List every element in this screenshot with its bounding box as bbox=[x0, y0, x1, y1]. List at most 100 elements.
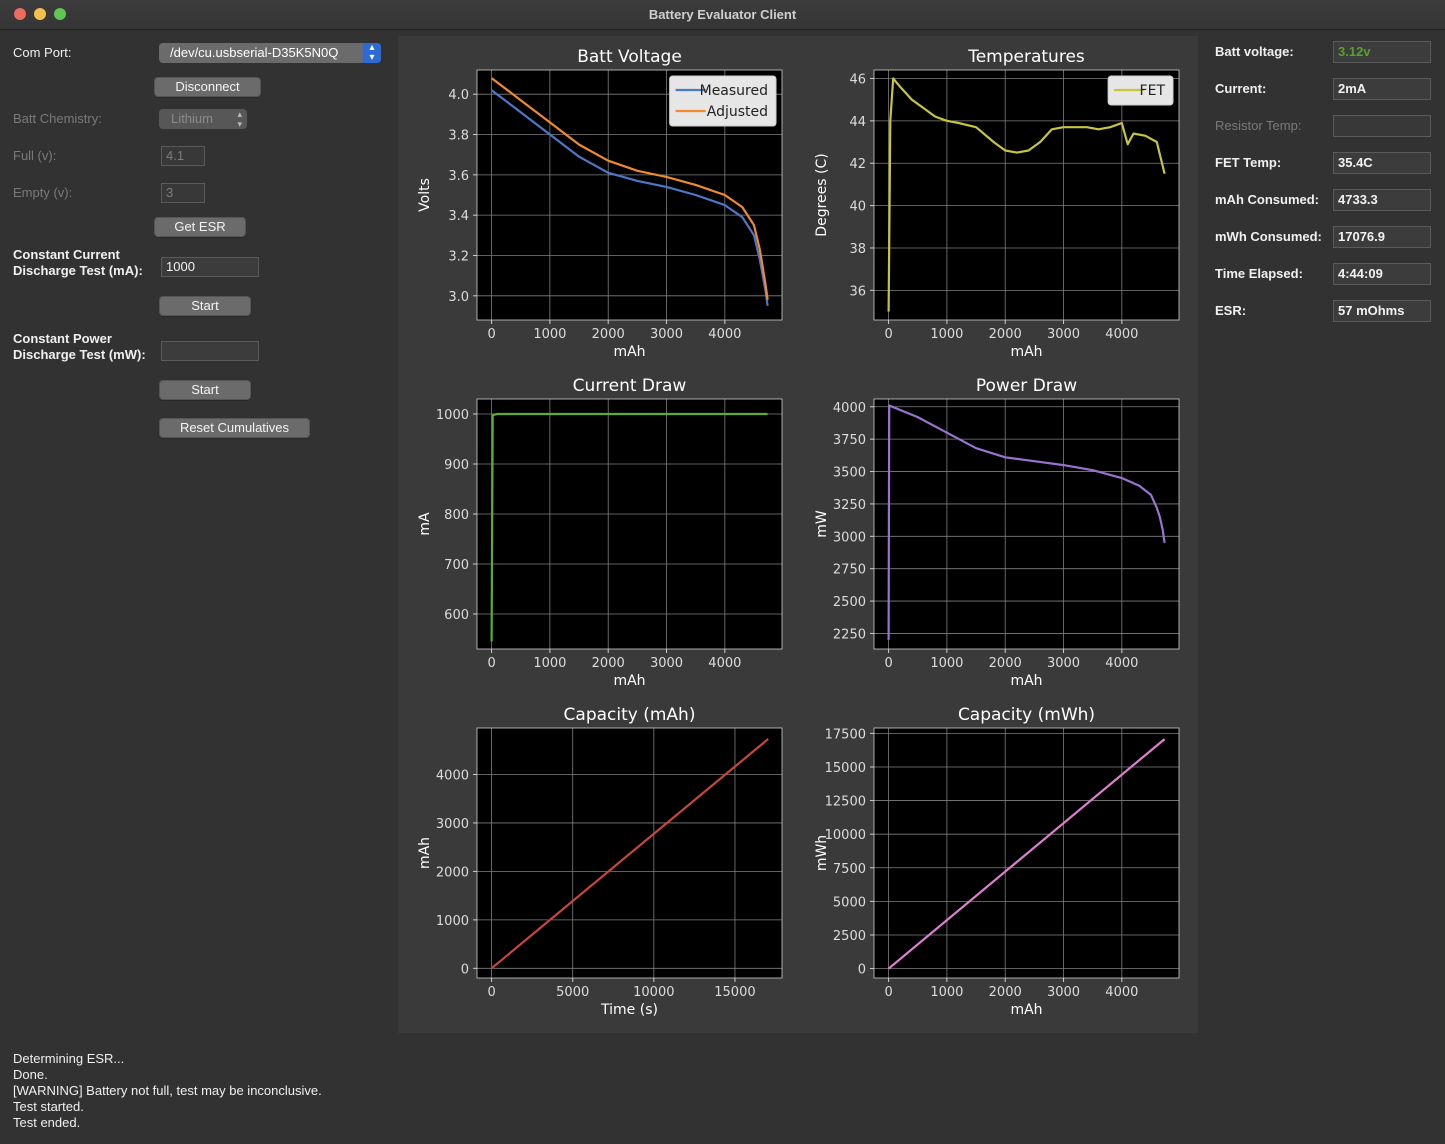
chemistry-label: Batt Chemistry: bbox=[13, 111, 102, 126]
x-tick-label: 3000 bbox=[1047, 656, 1080, 671]
y-axis-label: Volts bbox=[417, 178, 433, 212]
y-axis-label: mW bbox=[814, 510, 830, 538]
y-tick-label: 15000 bbox=[825, 761, 866, 776]
x-tick-label: 1000 bbox=[533, 656, 566, 671]
y-tick-label: 4000 bbox=[833, 401, 866, 416]
legend-label: Measured bbox=[700, 83, 768, 99]
x-tick-label: 2000 bbox=[989, 985, 1022, 1000]
chart-4: 0 5000 10000 15000 0 1000 2000 3000 4000 Capacity… bbox=[417, 705, 783, 1018]
x-axis-label: mAh bbox=[613, 344, 645, 360]
y-tick-label: 2000 bbox=[436, 865, 469, 880]
x-tick-label: 1000 bbox=[533, 327, 566, 342]
readout-value: 4:44:09 bbox=[1333, 263, 1431, 285]
chevron-updown-icon: ▴ ▾ bbox=[237, 109, 242, 129]
x-tick-label: 15000 bbox=[714, 985, 755, 1000]
readout-value bbox=[1333, 115, 1431, 137]
cc-start-button[interactable]: Start bbox=[159, 296, 251, 316]
cp-start-button[interactable]: Start bbox=[159, 380, 251, 400]
legend-label: Adjusted bbox=[707, 104, 768, 120]
y-axis-label: mAh bbox=[417, 837, 433, 869]
chart-5: 0 1000 2000 3000 4000 0 2500 5000 7500 10000 12500… bbox=[814, 705, 1180, 1018]
cp-power-field[interactable] bbox=[161, 341, 259, 361]
com-port-select[interactable]: /dev/cu.usbserial-D35K5N0Q ▴ ▾ bbox=[159, 43, 381, 63]
chart-title: Capacity (mWh) bbox=[958, 705, 1095, 725]
legend: FET bbox=[1107, 75, 1174, 106]
x-tick-label: 2000 bbox=[989, 327, 1022, 342]
y-tick-label: 3.2 bbox=[448, 249, 469, 264]
title-bar: Battery Evaluator Client bbox=[0, 0, 1445, 30]
y-tick-label: 3.8 bbox=[448, 129, 469, 144]
chart-title: Power Draw bbox=[976, 376, 1077, 396]
status-log: Determining ESR... Done. [WARNING] Battery… bbox=[13, 1051, 322, 1131]
readout-value: 17076.9 bbox=[1333, 226, 1431, 248]
legend-label: FET bbox=[1140, 83, 1166, 99]
readout-label: Time Elapsed: bbox=[1215, 266, 1303, 281]
readout-value: 57 mOhms bbox=[1333, 300, 1431, 322]
y-tick-label: 17500 bbox=[825, 727, 866, 742]
x-tick-label: 4000 bbox=[708, 656, 741, 671]
x-tick-label: 0 bbox=[487, 656, 495, 671]
chart-title: Current Draw bbox=[573, 376, 687, 396]
y-tick-label: 1000 bbox=[436, 914, 469, 929]
x-axis-label: mAh bbox=[613, 673, 645, 689]
chemistry-select[interactable]: Lithium ▴ ▾ bbox=[159, 109, 247, 129]
reset-cumulatives-button[interactable]: Reset Cumulatives bbox=[159, 418, 310, 438]
x-tick-label: 0 bbox=[884, 985, 892, 1000]
x-tick-label: 0 bbox=[884, 656, 892, 671]
plot-panel: 0 1000 2000 3000 4000 3.0 3.2 3.4 3.6 3.8 4.0 Batt … bbox=[398, 36, 1198, 1033]
x-tick-label: 3000 bbox=[650, 656, 683, 671]
x-tick-label: 4000 bbox=[1105, 656, 1138, 671]
empty-label: Empty (v): bbox=[13, 185, 73, 200]
x-tick-label: 3000 bbox=[650, 327, 683, 342]
x-tick-label: 4000 bbox=[1105, 985, 1138, 1000]
readout-value: 3.12v bbox=[1333, 41, 1431, 63]
full-voltage-field[interactable]: 4.1 bbox=[161, 146, 205, 166]
y-tick-label: 12500 bbox=[825, 795, 866, 810]
readout-value: 4733.3 bbox=[1333, 189, 1431, 211]
y-tick-label: 600 bbox=[444, 608, 469, 623]
plots-canvas: 0 1000 2000 3000 40003.03.23.43.63.84.0Batt … bbox=[417, 47, 1180, 1018]
y-tick-label: 40 bbox=[849, 200, 866, 215]
status-line: [WARNING] Battery not full, test may be … bbox=[13, 1083, 322, 1098]
chart-title: Capacity (mAh) bbox=[564, 705, 696, 725]
legend: Measured Adjusted bbox=[669, 75, 777, 127]
y-tick-label: 4000 bbox=[436, 769, 469, 784]
y-tick-label: 3.0 bbox=[448, 290, 469, 305]
readout-label: ESR: bbox=[1215, 303, 1247, 318]
get-esr-button[interactable]: Get ESR bbox=[154, 217, 246, 237]
y-tick-label: 44 bbox=[849, 115, 866, 130]
plot-area bbox=[874, 70, 1179, 320]
com-port-label: Com Port: bbox=[13, 45, 72, 60]
cp-label-line1: Constant Power bbox=[13, 331, 112, 346]
chemistry-value: Lithium bbox=[171, 111, 213, 126]
y-tick-label: 38 bbox=[849, 242, 866, 257]
chart-title: Batt Voltage bbox=[577, 47, 682, 67]
y-tick-label: 3000 bbox=[833, 530, 866, 545]
y-tick-label: 2500 bbox=[833, 595, 866, 610]
y-tick-label: 36 bbox=[849, 284, 866, 299]
x-axis-label: mAh bbox=[1010, 1002, 1042, 1018]
x-tick-label: 1000 bbox=[930, 327, 963, 342]
plot-area bbox=[477, 399, 782, 649]
y-tick-label: 2500 bbox=[833, 929, 866, 944]
y-tick-label: 3500 bbox=[833, 466, 866, 481]
full-label: Full (v): bbox=[13, 148, 57, 163]
disconnect-button[interactable]: Disconnect bbox=[154, 77, 261, 97]
readout-label: mWh Consumed: bbox=[1215, 229, 1322, 244]
x-tick-label: 2000 bbox=[592, 656, 625, 671]
x-tick-label: 2000 bbox=[989, 656, 1022, 671]
x-tick-label: 1000 bbox=[930, 985, 963, 1000]
status-line: Done. bbox=[13, 1067, 48, 1082]
x-tick-label: 2000 bbox=[592, 327, 625, 342]
y-tick-label: 7500 bbox=[833, 862, 866, 877]
cc-current-field[interactable]: 1000 bbox=[161, 257, 259, 277]
x-tick-label: 10000 bbox=[633, 985, 674, 1000]
cc-label-line1: Constant Current bbox=[13, 247, 120, 262]
y-tick-label: 3250 bbox=[833, 498, 866, 513]
readout-value: 35.4C bbox=[1333, 152, 1431, 174]
y-tick-label: 3.6 bbox=[448, 169, 469, 184]
status-line: Test started. bbox=[13, 1099, 84, 1114]
cc-label-line2: Discharge Test (mA): bbox=[13, 263, 143, 278]
readout-label: Current: bbox=[1215, 81, 1267, 96]
empty-voltage-field[interactable]: 3 bbox=[161, 183, 205, 203]
